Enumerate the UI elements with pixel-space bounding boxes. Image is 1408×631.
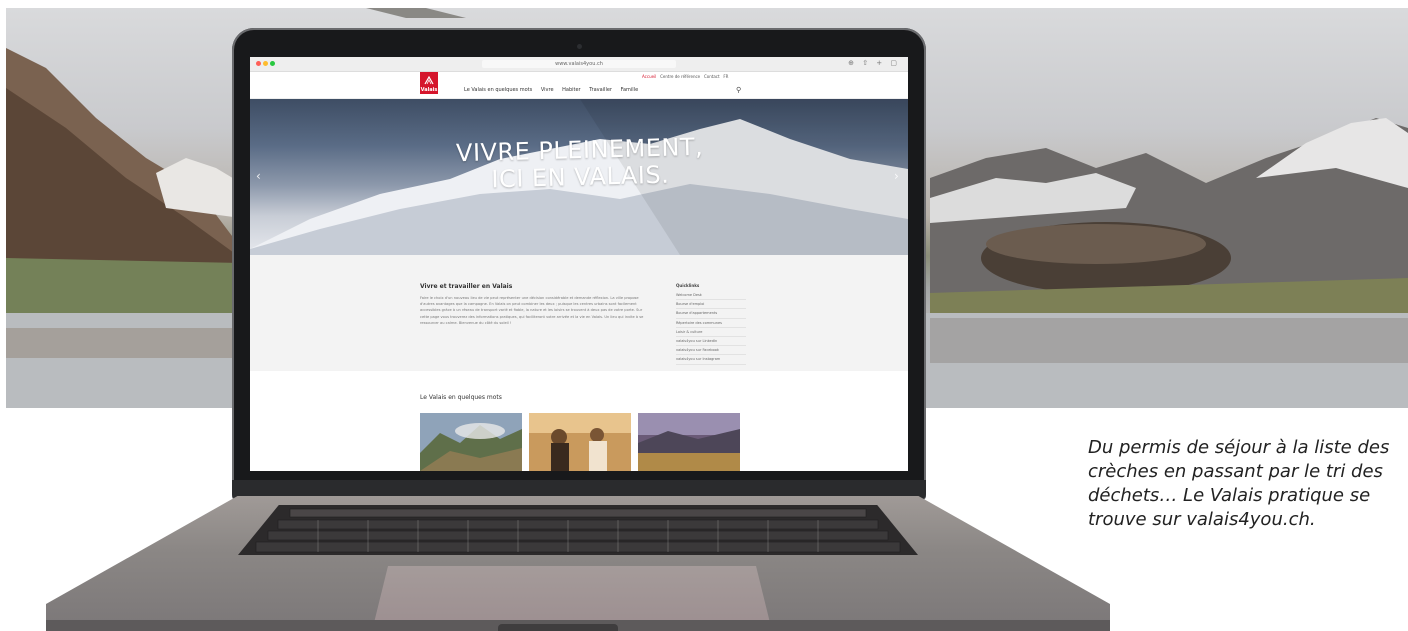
valley-photo bbox=[420, 413, 522, 471]
caption-text: Du permis de séjour à la liste des crèch… bbox=[1088, 437, 1390, 530]
hero-title: VIVRE PLEINEMENT, ICI EN VALAIS. bbox=[455, 132, 704, 194]
quicklink-item[interactable]: Welcome Desk bbox=[676, 291, 746, 301]
quicklink-item[interactable]: valais4you sur Facebook bbox=[676, 346, 746, 356]
scene: Du permis de séjour à la liste des crèch… bbox=[0, 0, 1408, 631]
language-selector[interactable]: FR bbox=[723, 74, 728, 79]
address-bar[interactable]: www.valais4you.ch bbox=[482, 60, 676, 68]
intro-heading: Vivre et travailler en Valais bbox=[420, 283, 513, 290]
top-mountain bbox=[366, 8, 466, 18]
util-link-home[interactable]: Accueil bbox=[642, 74, 656, 79]
boulder-top bbox=[986, 224, 1206, 264]
thumbnail-town[interactable] bbox=[638, 413, 740, 471]
utility-links: Accueil Centre de référence Contact FR bbox=[642, 74, 728, 79]
quicklinks-panel: Quicklinks Welcome Desk Bourse d'emploi … bbox=[676, 283, 746, 365]
left-reflection bbox=[6, 328, 241, 358]
valais-logo[interactable]: Valais bbox=[420, 72, 438, 94]
util-link-contact[interactable]: Contact bbox=[704, 74, 720, 79]
nav-item-vivre[interactable]: Vivre bbox=[541, 87, 554, 93]
section-heading: Le Valais en quelques mots bbox=[420, 394, 502, 401]
laptop-screen: www.valais4you.ch ⊕ ⇧ + ▢ Valais Accueil… bbox=[250, 57, 908, 471]
thumbnail-valley[interactable] bbox=[420, 413, 522, 471]
quicklink-item[interactable]: Bourse d'emploi bbox=[676, 300, 746, 310]
keyboard-keys bbox=[255, 508, 901, 553]
close-window-button[interactable] bbox=[256, 61, 261, 66]
util-link-reference[interactable]: Centre de référence bbox=[660, 74, 700, 79]
nav-item-travailler[interactable]: Travailler bbox=[589, 87, 612, 93]
quicklink-item[interactable]: Bourse d'appartements bbox=[676, 309, 746, 319]
keyboard bbox=[238, 505, 918, 555]
nav-item-famille[interactable]: Famille bbox=[621, 87, 639, 93]
carousel-next-icon[interactable]: › bbox=[894, 169, 899, 183]
intro-section: Vivre et travailler en Valais Faire le c… bbox=[250, 255, 908, 371]
laptop-opening-notch bbox=[498, 624, 618, 631]
browser-action-icons[interactable]: ⊕ ⇧ + ▢ bbox=[848, 59, 900, 67]
maximize-window-button[interactable] bbox=[270, 61, 275, 66]
thumbnail-people[interactable] bbox=[529, 413, 631, 471]
people-photo bbox=[529, 413, 631, 471]
nav-item-valais[interactable]: Le Valais en quelques mots bbox=[464, 87, 532, 93]
search-icon[interactable]: ⚲ bbox=[736, 86, 741, 94]
quicklink-item[interactable]: valais4you sur Instagram bbox=[676, 355, 746, 365]
hero-banner: VIVRE PLEINEMENT, ICI EN VALAIS. ‹ › bbox=[250, 99, 908, 255]
logo-label: Valais bbox=[420, 87, 438, 93]
nav-item-habiter[interactable]: Habiter bbox=[562, 87, 580, 93]
valais-logo-icon bbox=[424, 76, 434, 85]
intro-paragraph: Faire le choix d'un nouveau lieu de vie … bbox=[420, 296, 644, 325]
town-photo bbox=[638, 413, 740, 471]
site-header bbox=[250, 72, 908, 99]
minimize-window-button[interactable] bbox=[263, 61, 268, 66]
quicklinks-title: Quicklinks bbox=[676, 283, 700, 288]
right-reflection bbox=[930, 318, 1408, 363]
quicklink-item[interactable]: Loisir & culture bbox=[676, 328, 746, 338]
camera-icon bbox=[577, 44, 582, 49]
quicklink-item[interactable]: valais4you sur LinkedIn bbox=[676, 337, 746, 347]
main-navigation: Le Valais en quelques mots Vivre Habiter… bbox=[464, 87, 645, 93]
browser-toolbar: www.valais4you.ch ⊕ ⇧ + ▢ bbox=[250, 57, 908, 72]
carousel-prev-icon[interactable]: ‹ bbox=[256, 169, 261, 183]
quicklink-item[interactable]: Répertoire des communes bbox=[676, 319, 746, 328]
